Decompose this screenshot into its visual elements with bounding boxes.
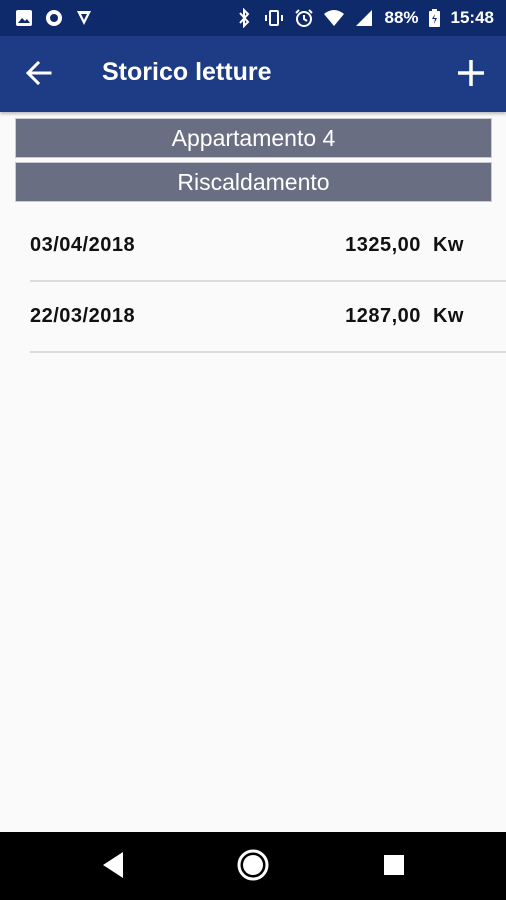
app-bar: Storico letture [0, 36, 506, 112]
reading-date: 22/03/2018 [30, 305, 136, 327]
alarm-icon [294, 8, 314, 28]
reading-date: 03/04/2018 [30, 234, 136, 256]
vibrate-icon [264, 8, 284, 28]
status-time: 15:48 [450, 8, 494, 27]
page-title: Storico letture [102, 58, 272, 86]
reading-row[interactable]: 22/03/2018 1287,00 Kw [0, 283, 506, 353]
vpn-icon [74, 8, 94, 28]
status-bar: 88% 15:48 [0, 0, 506, 36]
nav-home-button[interactable] [235, 849, 271, 885]
plus-icon [457, 59, 485, 92]
circle-home-icon [236, 848, 270, 887]
back-button[interactable] [24, 60, 54, 90]
bluetooth-icon [234, 8, 254, 28]
battery-icon [429, 8, 441, 28]
apartment-header: Appartamento 4 [15, 118, 492, 158]
status-bar-right: 88% 15:48 [234, 8, 494, 28]
battery-percent: 88% [384, 8, 419, 27]
image-icon [14, 8, 34, 28]
system-nav-bar [0, 832, 506, 900]
square-recents-icon [383, 854, 405, 881]
reading-row[interactable]: 03/04/2018 1325,00 Kw [0, 212, 506, 282]
reading-value: 1325,00 Kw [345, 234, 464, 256]
category-header: Riscaldamento [15, 162, 492, 202]
wifi-icon [324, 8, 345, 28]
row-divider [30, 351, 506, 353]
circle-icon [44, 8, 64, 28]
arrow-left-icon [25, 60, 52, 91]
row-divider [30, 280, 506, 282]
nav-back-button[interactable] [95, 849, 131, 885]
reading-value: 1287,00 Kw [345, 305, 464, 327]
signal-icon [354, 8, 374, 28]
status-bar-left [14, 8, 94, 28]
add-reading-button[interactable] [454, 58, 488, 92]
triangle-back-icon [101, 851, 125, 884]
nav-recents-button[interactable] [376, 849, 412, 885]
